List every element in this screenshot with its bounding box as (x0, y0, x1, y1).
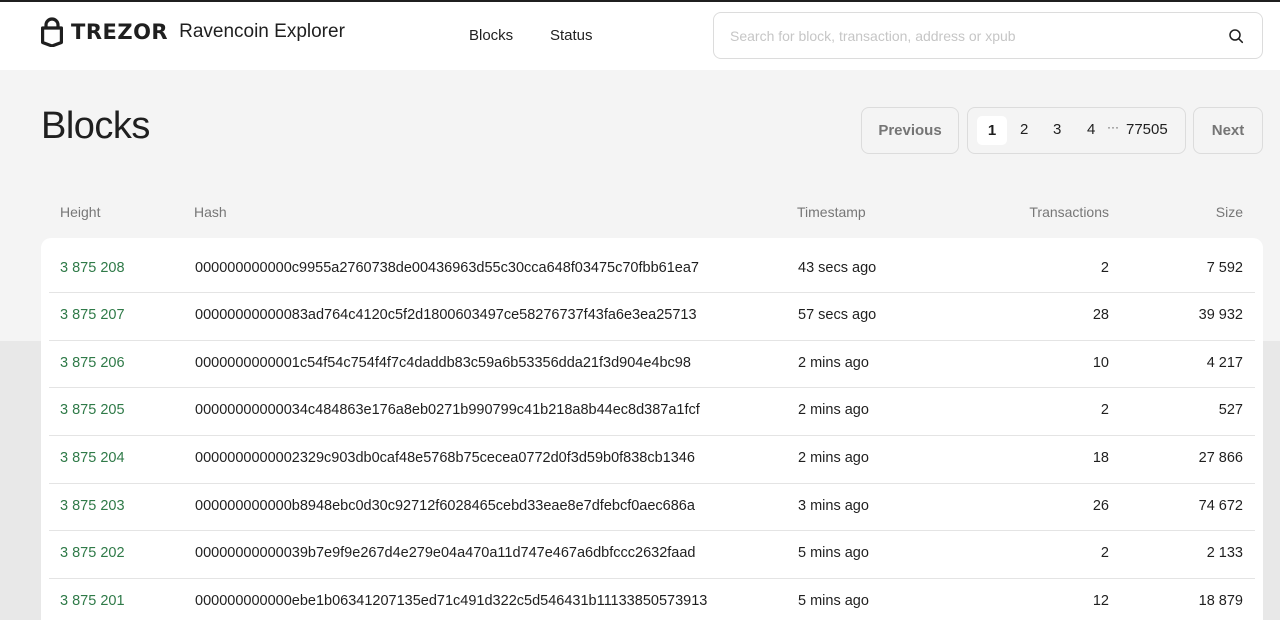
row-divider (49, 340, 1255, 341)
column-header-height: Height (60, 204, 101, 220)
previous-page-button[interactable]: Previous (861, 107, 959, 154)
table-row: 3 875 207 00000000000083ad764c4120c5f2d1… (49, 292, 1255, 340)
next-page-button[interactable]: Next (1193, 107, 1263, 154)
table-row: 3 875 206 0000000000001c54f54c754f4f7c4d… (49, 340, 1255, 388)
block-timestamp: 2 mins ago (798, 355, 869, 371)
block-hash-link[interactable]: 000000000000c9955a2760738de00436963d55c3… (195, 260, 699, 276)
block-transactions: 18 (1092, 450, 1109, 466)
table-row: 3 875 208 000000000000c9955a2760738de004… (49, 245, 1255, 293)
block-height-link[interactable]: 3 875 206 (60, 355, 125, 371)
page-numbers: 1 2 3 4 ··· 77505 (967, 107, 1186, 154)
block-hash-link[interactable]: 00000000000034c484863e176a8eb0271b990799… (195, 402, 700, 418)
block-size: 27 866 (1198, 450, 1243, 466)
block-height-link[interactable]: 3 875 202 (60, 545, 125, 561)
block-timestamp: 57 secs ago (798, 307, 877, 323)
row-divider (49, 435, 1255, 436)
row-divider (49, 387, 1255, 388)
table-row: 3 875 203 000000000000b8948ebc0d30c92712… (49, 483, 1255, 531)
block-height-link[interactable]: 3 875 201 (60, 593, 125, 609)
block-transactions: 26 (1092, 498, 1109, 514)
table-row: 3 875 204 0000000000002329c903db0caf48e5… (49, 435, 1255, 483)
block-timestamp: 43 secs ago (798, 260, 877, 276)
block-size: 527 (1218, 402, 1243, 418)
block-hash-link[interactable]: 00000000000039b7e9f9e267d4e279e04a470a11… (195, 545, 695, 561)
block-hash-link[interactable]: 00000000000083ad764c4120c5f2d1800603497c… (195, 307, 697, 323)
column-header-hash: Hash (194, 204, 227, 220)
block-height-link[interactable]: 3 875 203 (60, 498, 125, 514)
row-divider (49, 578, 1255, 579)
nav-status[interactable]: Status (550, 27, 593, 44)
block-height-link[interactable]: 3 875 204 (60, 450, 125, 466)
row-divider (49, 483, 1255, 484)
block-size: 4 217 (1206, 355, 1243, 371)
block-transactions: 28 (1092, 307, 1109, 323)
block-height-link[interactable]: 3 875 207 (60, 307, 125, 323)
block-size: 2 133 (1206, 545, 1243, 561)
block-timestamp: 5 mins ago (798, 593, 869, 609)
last-page-button[interactable]: 77505 (1126, 121, 1168, 138)
column-header-size: Size (1215, 204, 1243, 220)
nav-blocks[interactable]: Blocks (469, 27, 513, 44)
trezor-logo[interactable]: TREZOR Ravencoin Explorer (41, 17, 345, 47)
page-3-button[interactable]: 3 (1053, 121, 1061, 138)
block-hash-link[interactable]: 0000000000002329c903db0caf48e5768b75cece… (195, 450, 695, 466)
page-2-button[interactable]: 2 (1020, 121, 1028, 138)
brand-name: TREZOR (71, 20, 169, 44)
block-size: 18 879 (1198, 593, 1243, 609)
header: TREZOR Ravencoin Explorer Blocks Status (0, 2, 1280, 70)
table-row: 3 875 201 000000000000ebe1b06341207135ed… (49, 578, 1255, 620)
block-size: 39 932 (1198, 307, 1243, 323)
search-input[interactable] (730, 25, 1210, 47)
block-transactions: 12 (1092, 593, 1109, 609)
block-hash-link[interactable]: 000000000000ebe1b06341207135ed71c491d322… (195, 593, 707, 609)
block-height-link[interactable]: 3 875 205 (60, 402, 125, 418)
table-row: 3 875 202 00000000000039b7e9f9e267d4e279… (49, 530, 1255, 578)
page-title: Blocks (41, 105, 150, 147)
block-transactions: 2 (1100, 260, 1109, 276)
column-header-transactions: Transactions (1029, 204, 1109, 220)
row-divider (49, 292, 1255, 293)
page-1-button[interactable]: 1 (977, 116, 1007, 145)
block-hash-link[interactable]: 000000000000b8948ebc0d30c92712f6028465ce… (195, 498, 695, 514)
page-ellipsis: ··· (1107, 120, 1119, 134)
block-hash-link[interactable]: 0000000000001c54f54c754f4f7c4daddb83c59a… (195, 355, 691, 371)
page-4-button[interactable]: 4 (1087, 121, 1095, 138)
block-size: 7 592 (1206, 260, 1243, 276)
block-transactions: 2 (1100, 402, 1109, 418)
block-transactions: 2 (1100, 545, 1109, 561)
search-box (713, 12, 1263, 59)
block-height-link[interactable]: 3 875 208 (60, 260, 125, 276)
table-row: 3 875 205 00000000000034c484863e176a8eb0… (49, 387, 1255, 435)
block-timestamp: 2 mins ago (798, 402, 869, 418)
app-name: Ravencoin Explorer (179, 21, 345, 42)
search-icon[interactable] (1228, 28, 1244, 44)
block-timestamp: 2 mins ago (798, 450, 869, 466)
blocks-table: 3 875 208 000000000000c9955a2760738de004… (41, 238, 1263, 620)
block-timestamp: 3 mins ago (798, 498, 869, 514)
column-header-timestamp: Timestamp (797, 204, 866, 220)
block-size: 74 672 (1198, 498, 1243, 514)
lock-icon (41, 17, 63, 47)
row-divider (49, 530, 1255, 531)
block-transactions: 10 (1092, 355, 1109, 371)
block-timestamp: 5 mins ago (798, 545, 869, 561)
